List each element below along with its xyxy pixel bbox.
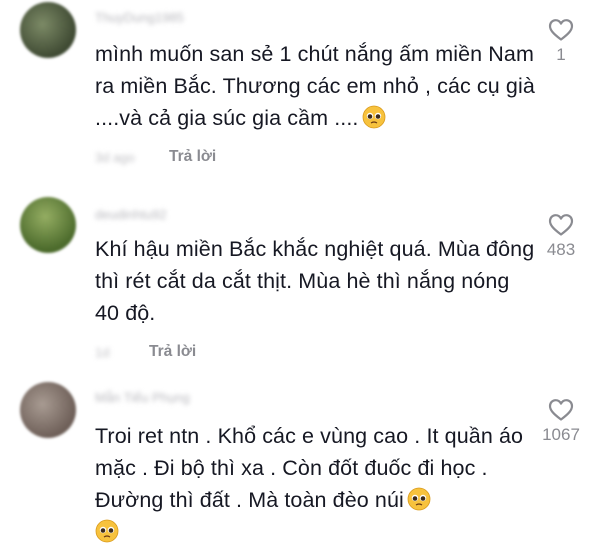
reply-button[interactable]: Trả lời <box>149 343 196 361</box>
comment-username[interactable]: deudinhtu92 <box>95 207 167 222</box>
like-count: 1067 <box>542 425 580 444</box>
like-button[interactable]: 483 <box>531 213 591 260</box>
avatar[interactable] <box>20 382 76 438</box>
like-count: 1 <box>556 45 566 64</box>
comment-item: deudinhtu92 Khí hậu miền Bắc khắc nghiệt… <box>0 195 607 375</box>
pleading-face-icon <box>407 487 431 511</box>
heart-icon <box>548 399 574 421</box>
pleading-face-icon <box>362 105 386 129</box>
comment-meta: 3d ago Trả lời <box>95 148 216 168</box>
comment-item: Mẫn Tiểu Phụng Troi ret ntn . Khổ các e … <box>0 380 607 550</box>
pleading-face-icon <box>95 519 119 543</box>
comment-text: Troi ret ntn . Khổ các e vùng cao . It q… <box>95 420 535 548</box>
comment-text: Khí hậu miền Bắc khắc nghiệt quá. Mùa đô… <box>95 237 535 325</box>
avatar[interactable] <box>20 197 76 253</box>
comment-item: ThuyDung1985 mình muốn san sẻ 1 chút nắn… <box>0 0 607 180</box>
comment-username[interactable]: ThuyDung1985 <box>95 10 184 25</box>
like-button[interactable]: 1067 <box>531 398 591 445</box>
comment-username[interactable]: Mẫn Tiểu Phụng <box>95 390 190 405</box>
like-button[interactable]: 1 <box>531 18 591 65</box>
heart-icon <box>548 19 574 41</box>
heart-icon <box>548 214 574 236</box>
comment-text: mình muốn san sẻ 1 chút nắng ấm miền Nam… <box>95 42 535 130</box>
comment-date: 1d <box>95 345 110 360</box>
like-count: 483 <box>546 240 576 259</box>
comment-date: 3d ago <box>95 150 135 165</box>
reply-button[interactable]: Trả lời <box>169 148 216 166</box>
avatar[interactable] <box>20 2 76 58</box>
comment-meta: 1d Trả lời <box>95 343 196 363</box>
